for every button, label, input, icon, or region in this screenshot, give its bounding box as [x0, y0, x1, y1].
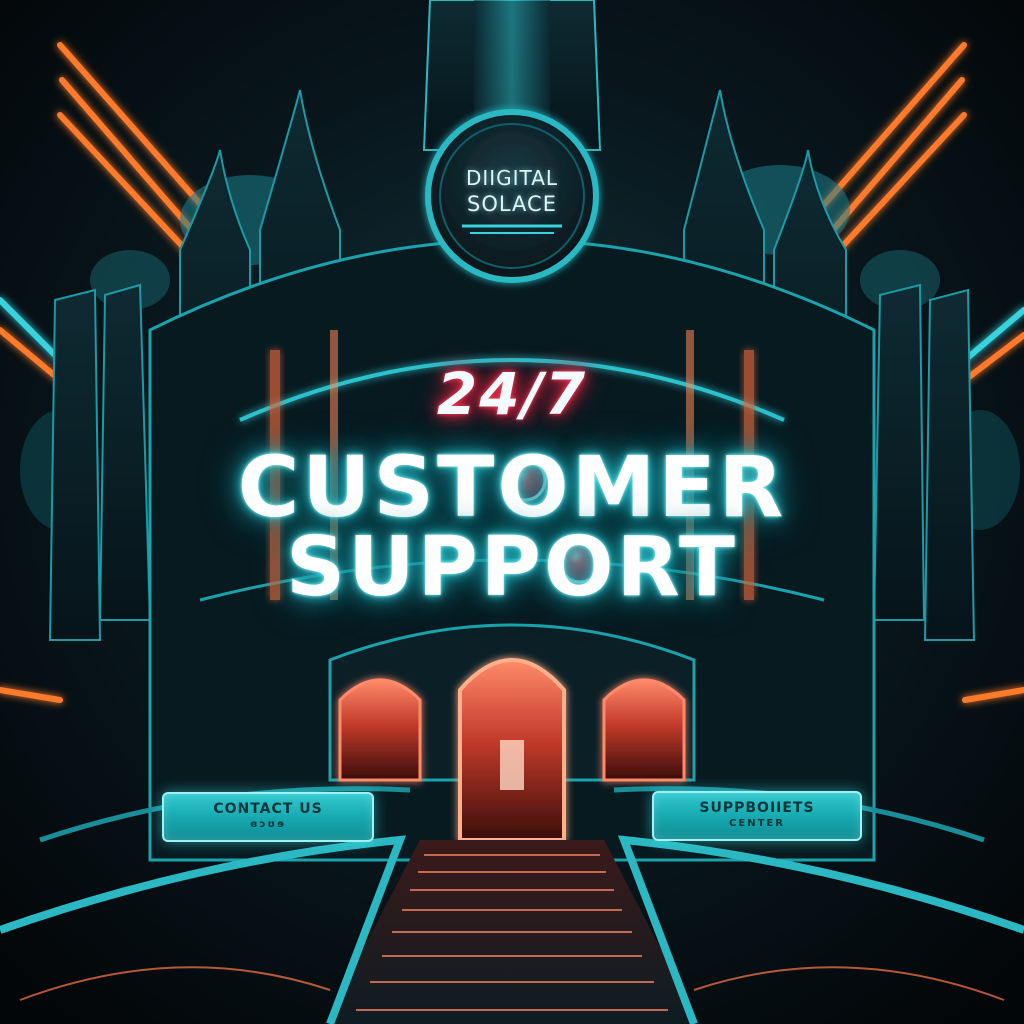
sign-line-1: DIIGITAL [465, 166, 559, 190]
sign-line-2: SOLACE [467, 192, 557, 216]
headline-line-2: SUPPORT [286, 520, 738, 615]
headline-availability: 24/7 [436, 360, 588, 428]
contact-button-label: CONTACT US [213, 801, 323, 817]
poster-stage: DIIGITAL SOLACE 24/7 CUSTOMER SUPPORT CO… [0, 0, 1024, 1024]
support-button-sublabel: CENTER [729, 818, 785, 829]
support-center-button[interactable]: SUPPBOIIETS CENTER [652, 791, 862, 841]
contact-button-sublabel: ɞɔʊɘ [250, 819, 286, 830]
contact-us-button[interactable]: CONTACT US ɞɔʊɘ [162, 792, 374, 842]
support-button-label: SUPPBOIIETS [699, 800, 815, 816]
